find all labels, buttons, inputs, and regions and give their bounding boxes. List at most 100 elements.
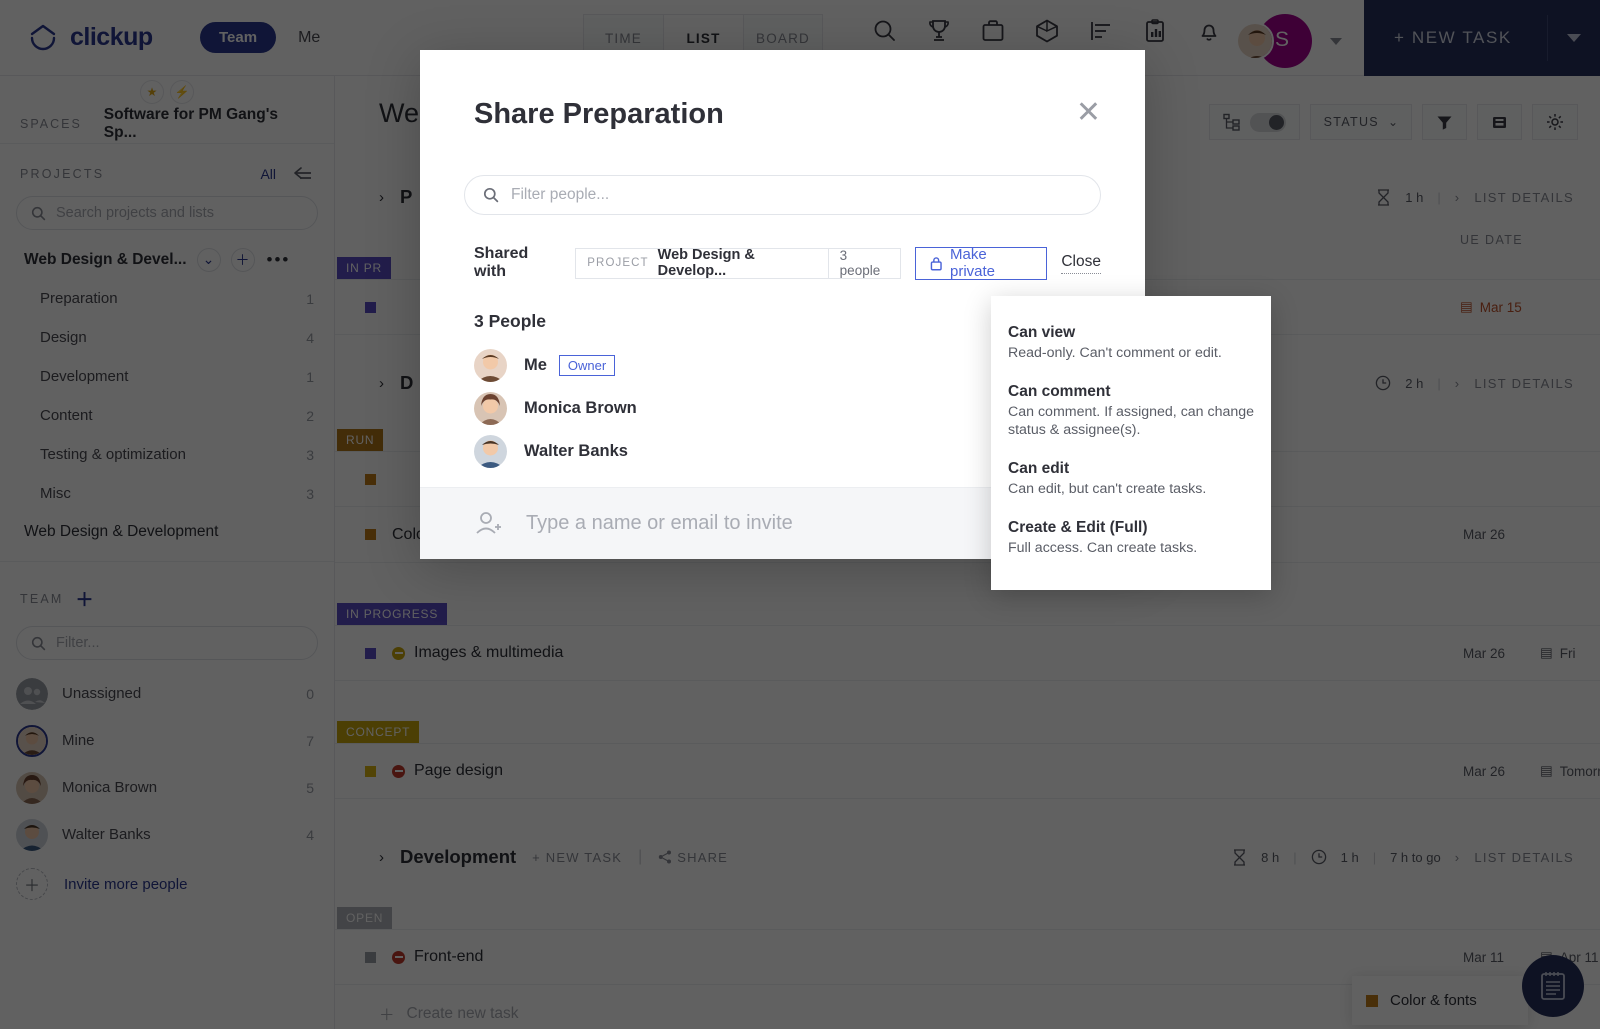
hourglass-icon [1378, 188, 1390, 206]
permission-option-create-edit-full[interactable]: Create & Edit (Full) Full access. Can cr… [991, 509, 1271, 568]
project-group-row[interactable]: Web Design & Devel... ⌄ ＋ ••• [0, 240, 334, 279]
new-task-dropdown[interactable] [1548, 34, 1600, 42]
status-label: STATUS [1323, 115, 1379, 129]
sidebar-item-development[interactable]: Development 1 [0, 357, 334, 396]
sidebar-item-content[interactable]: Content 2 [0, 396, 334, 435]
make-private-button[interactable]: Make private [914, 246, 1048, 280]
cube-icon[interactable] [1034, 18, 1060, 44]
list-details-label[interactable]: LIST DETAILS [1474, 190, 1574, 205]
section-development[interactable]: › Development + NEW TASK | SHARE 8 h | 1… [335, 831, 1600, 883]
team-filter-input[interactable]: Filter... [16, 626, 318, 660]
sidebar-item-testing[interactable]: Testing & optimization 3 [0, 435, 334, 474]
spaces-row[interactable]: SPACES Software for PM Gang's Sp... [0, 104, 334, 144]
task-name: Images & multimedia [414, 644, 564, 661]
sidebar-member-monica-brown[interactable]: Monica Brown 5 [0, 764, 334, 811]
sidebar-item-preparation[interactable]: Preparation 1 [0, 279, 334, 318]
table-row[interactable]: Images & multimedia Mar 26 ▤ Fri ▤ Fri ⚑ [335, 625, 1600, 681]
team-toggle[interactable]: Team [200, 22, 277, 53]
projects-all-link[interactable]: All [260, 166, 276, 182]
project-more-icon[interactable]: ••• [267, 250, 291, 270]
section-meta: 8 h | 1 h | 7 h to go › LIST DETAILS [1232, 848, 1600, 866]
task-name: Front-end [414, 948, 484, 965]
sidebar-member-mine[interactable]: Mine 7 [0, 717, 334, 764]
list-details-label[interactable]: LIST DETAILS [1474, 376, 1574, 391]
invite-more-people-row[interactable]: ＋ Invite more people [0, 858, 334, 910]
invite-more-people-label: Invite more people [64, 875, 188, 893]
status-badge-wrap: IN PROGRESS [335, 603, 1600, 625]
close-share-link[interactable]: Close [1061, 253, 1101, 274]
chevron-right-icon[interactable]: › [379, 189, 384, 206]
section-new-task-button[interactable]: + NEW TASK [532, 850, 622, 865]
new-task-button[interactable]: + NEW TASK [1364, 0, 1600, 76]
permission-option-can-view[interactable]: Can view Read-only. Can't comment or edi… [991, 314, 1271, 373]
search-icon[interactable] [872, 18, 898, 44]
section-name: D [400, 372, 414, 393]
close-icon[interactable]: ✕ [1076, 98, 1101, 128]
filter-icon [1437, 116, 1452, 130]
chevron-right-icon[interactable]: › [379, 375, 384, 392]
member-label: Walter Banks [62, 826, 151, 843]
filter-people-input[interactable]: Filter people... [464, 175, 1101, 215]
person-name: Me [524, 356, 547, 374]
filter-button[interactable] [1422, 104, 1467, 140]
start-date-text: Tomorrow [1559, 763, 1600, 779]
sidebar-member-walter-banks[interactable]: Walter Banks 4 [0, 811, 334, 858]
shared-project-chip[interactable]: PROJECT Web Design & Develop... 3 people [575, 247, 901, 279]
list-details-label[interactable]: LIST DETAILS [1474, 850, 1574, 865]
permission-option-can-comment[interactable]: Can comment Can comment. If assigned, ca… [991, 373, 1271, 450]
section-name: Development [400, 846, 517, 867]
shared-with-row: Shared with PROJECT Web Design & Develop… [420, 215, 1145, 281]
table-row[interactable]: Page design Mar 26 ▤ Tomorrow ▤ Fri ⚑ [335, 743, 1600, 799]
section-estimate: 1 h [1405, 189, 1424, 205]
collapse-sidebar-icon[interactable] [292, 166, 314, 182]
avatar[interactable]: S [1236, 14, 1312, 68]
section-logged: 1 h [1340, 849, 1359, 865]
sidebar-member-unassigned[interactable]: Unassigned 0 [0, 670, 334, 717]
notepad-fab-button[interactable] [1522, 955, 1584, 1017]
lightning-icon[interactable]: ⚡ [170, 80, 194, 104]
status-badge: IN PR [337, 257, 392, 279]
toggle-switch[interactable] [1249, 112, 1286, 132]
nav-icons [872, 18, 1222, 44]
chip-people-count: 3 people [827, 248, 900, 278]
brand[interactable]: clickup [0, 23, 200, 53]
project-search-input[interactable]: Search projects and lists [16, 196, 318, 230]
chevron-down-icon[interactable] [1330, 37, 1342, 45]
add-list-icon[interactable]: ＋ [230, 247, 255, 272]
clipboard-chart-icon[interactable] [1142, 18, 1168, 44]
list-details-link[interactable]: › [1455, 376, 1461, 391]
task-name: Page design [414, 762, 503, 779]
sidebar-project-web-design[interactable]: Web Design & Development [0, 513, 334, 551]
floating-task-card[interactable]: Color & fonts [1352, 976, 1528, 1025]
shared-with-label: Shared with [474, 245, 529, 280]
status-badge-wrap: CONCEPT [335, 721, 1600, 743]
avatar-photo [1236, 22, 1274, 60]
permission-dropdown-menu: Can view Read-only. Can't comment or edi… [991, 296, 1271, 590]
owner-badge: Owner [558, 355, 616, 376]
sidebar-item-design[interactable]: Design 4 [0, 318, 334, 357]
list-details-link[interactable]: › [1455, 190, 1461, 205]
chevron-down-icon[interactable]: ⌄ [196, 247, 221, 272]
share-icon [659, 850, 672, 863]
sidebar-item-misc[interactable]: Misc 3 [0, 474, 334, 513]
settings-button[interactable] [1532, 104, 1578, 140]
list-label: Content [40, 407, 93, 424]
me-toggle[interactable]: Me [298, 29, 320, 47]
briefcase-icon[interactable] [980, 18, 1006, 44]
section-share-button[interactable]: SHARE [658, 850, 728, 865]
subtask-toggle[interactable] [1208, 104, 1300, 140]
permission-option-can-edit[interactable]: Can edit Can edit, but can't create task… [991, 450, 1271, 509]
bell-icon[interactable] [1196, 18, 1222, 44]
gantt-icon[interactable] [1088, 18, 1114, 44]
chevron-right-icon[interactable]: › [379, 849, 384, 866]
list-details-link[interactable]: › [1455, 850, 1461, 865]
status-filter-button[interactable]: STATUS ⌄ [1309, 104, 1412, 140]
add-team-member-icon[interactable]: ＋ [76, 586, 94, 612]
list-label: Testing & optimization [40, 446, 186, 463]
trophy-icon[interactable] [926, 18, 952, 44]
user-avatar-group[interactable]: S [1236, 14, 1342, 68]
status-square-icon [365, 529, 376, 540]
save-view-button[interactable] [1477, 104, 1522, 140]
person-name: Monica Brown [524, 399, 637, 417]
star-icon[interactable]: ★ [140, 80, 164, 104]
